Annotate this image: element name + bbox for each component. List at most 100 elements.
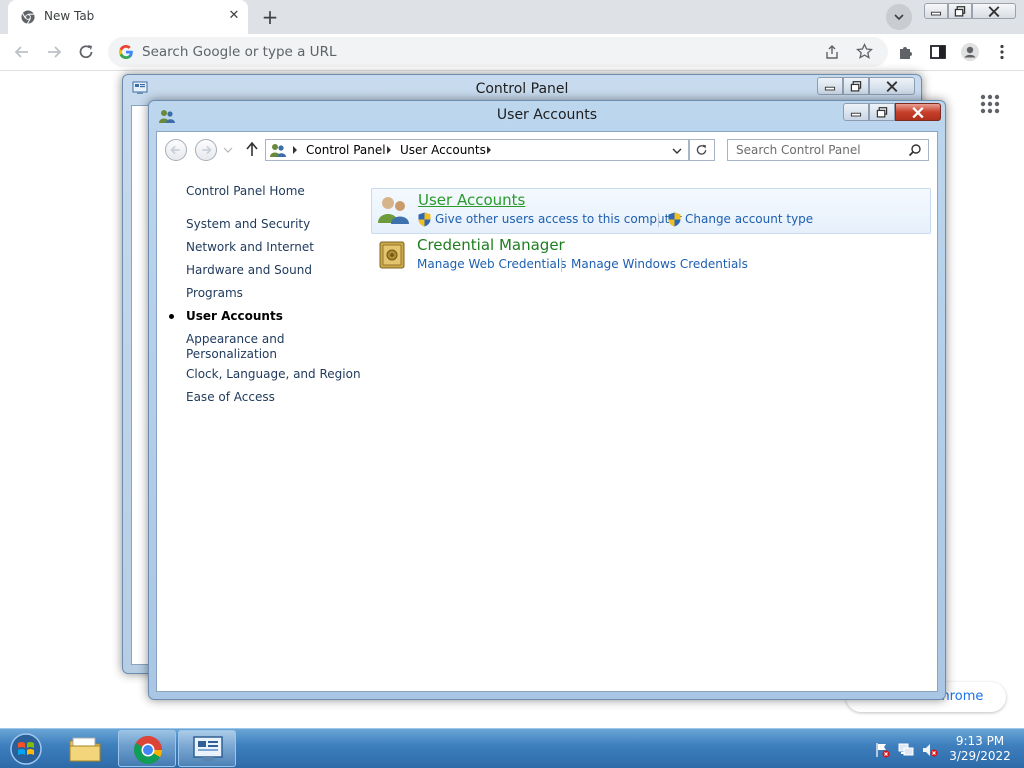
chevron-down-icon[interactable] <box>670 144 684 158</box>
share-icon[interactable] <box>824 44 840 60</box>
nav-user-accounts[interactable]: User Accounts <box>186 309 283 324</box>
ua-minimize-button[interactable] <box>843 103 869 121</box>
control-panel-icon <box>193 736 223 761</box>
refresh-button[interactable] <box>689 139 715 161</box>
ua-restore-button[interactable] <box>869 103 895 121</box>
taskbar-control-panel[interactable] <box>178 730 236 767</box>
uac-shield-icon <box>418 212 431 227</box>
nav-programs[interactable]: Programs <box>186 286 243 301</box>
extensions-icon[interactable] <box>896 42 916 62</box>
restore-icon <box>850 81 862 92</box>
omnibox[interactable]: Search Google or type a URL <box>108 37 888 67</box>
user-accounts-window[interactable]: User Accounts Control Panel User Account… <box>148 100 946 700</box>
minimize-icon <box>930 11 942 16</box>
chrome-icon <box>134 736 162 764</box>
chrome-tab-strip: New Tab ✕ + <box>0 0 1024 34</box>
manage-windows-credentials-link[interactable]: Manage Windows Credentials <box>571 257 748 271</box>
omnibox-placeholder: Search Google or type a URL <box>142 44 337 60</box>
star-icon[interactable] <box>856 43 873 60</box>
apps-grid-icon[interactable] <box>980 94 1000 114</box>
address-bar[interactable]: Control Panel User Accounts <box>265 139 689 161</box>
chrome-close-button[interactable] <box>972 3 1016 19</box>
uac-shield-icon <box>668 212 681 227</box>
nav-hardware-and-sound[interactable]: Hardware and Sound <box>186 263 312 278</box>
nav-control-panel-home[interactable]: Control Panel Home <box>186 184 305 199</box>
cp-restore-button[interactable] <box>843 77 869 95</box>
category-credential-manager-title[interactable]: Credential Manager <box>417 236 565 254</box>
cp-close-button[interactable] <box>869 77 915 95</box>
nav-system-and-security[interactable]: System and Security <box>186 217 310 232</box>
user-accounts-client-area: Control Panel User Accounts Control Pane… <box>156 131 938 692</box>
back-arrow-icon <box>170 145 180 155</box>
tab-new-tab[interactable]: New Tab ✕ <box>8 0 248 34</box>
category-credential-manager: Credential Manager Manage Web Credential… <box>371 234 931 280</box>
nav-network-and-internet[interactable]: Network and Internet <box>186 240 314 255</box>
breadcrumb-user-accounts[interactable]: User Accounts <box>400 143 486 157</box>
give-other-users-access-link[interactable]: Give other users access to this computer <box>435 212 682 226</box>
back-icon[interactable] <box>12 42 32 62</box>
recent-pages-chevron-icon[interactable] <box>223 146 233 154</box>
forward-arrow-icon <box>202 145 212 155</box>
nav-appearance-and-personalization[interactable]: Appearance and Personalization <box>186 332 306 362</box>
user-accounts-title: User Accounts <box>496 107 598 123</box>
close-icon <box>988 6 1000 18</box>
search-box[interactable] <box>727 139 929 161</box>
manage-web-credentials-link[interactable]: Manage Web Credentials <box>417 257 566 271</box>
taskbar-chrome[interactable] <box>118 730 176 767</box>
up-arrow-icon[interactable] <box>245 141 259 157</box>
change-account-type-link[interactable]: Change account type <box>685 212 813 226</box>
breadcrumb-chevron-icon[interactable] <box>292 146 298 154</box>
menu-icon[interactable] <box>992 42 1012 62</box>
minimize-icon <box>850 112 862 117</box>
tab-search-icon[interactable] <box>886 4 912 30</box>
windows-start-icon[interactable] <box>6 732 46 766</box>
breadcrumb-chevron-icon[interactable] <box>386 146 392 154</box>
back-button[interactable] <box>165 139 187 161</box>
nav-clock-language-region[interactable]: Clock, Language, and Region <box>186 367 361 382</box>
navigation-bar: Control Panel User Accounts <box>157 132 937 170</box>
clock-time: 9:13 PM <box>955 734 1005 748</box>
close-icon <box>886 81 898 93</box>
restore-icon <box>954 6 966 17</box>
chrome-minimize-button[interactable] <box>924 3 948 19</box>
google-g-icon <box>119 45 133 59</box>
credential-manager-vault-icon <box>379 241 405 269</box>
link-separator <box>658 213 659 227</box>
profile-icon[interactable] <box>960 42 980 62</box>
category-user-accounts: User Accounts Give other users access to… <box>371 188 931 234</box>
minimize-icon <box>824 86 836 91</box>
link-separator <box>561 258 562 272</box>
reload-icon[interactable] <box>76 42 96 62</box>
chrome-toolbar: Search Google or type a URL <box>0 34 1024 71</box>
category-user-accounts-title[interactable]: User Accounts <box>418 191 525 209</box>
folder-icon <box>69 737 101 762</box>
search-icon[interactable] <box>908 143 922 157</box>
nav-ease-of-access[interactable]: Ease of Access <box>186 390 275 405</box>
taskbar-file-explorer[interactable] <box>56 730 114 767</box>
volume-muted-icon[interactable] <box>922 742 938 758</box>
close-icon <box>912 107 924 119</box>
chrome-favicon-icon <box>21 10 35 24</box>
tab-close-icon[interactable]: ✕ <box>226 8 242 24</box>
breadcrumb-chevron-icon[interactable] <box>486 146 492 154</box>
search-input[interactable] <box>728 140 904 160</box>
new-tab-button[interactable]: + <box>257 5 283 31</box>
user-accounts-icon <box>378 197 409 224</box>
refresh-icon <box>696 144 707 155</box>
side-panel-icon[interactable] <box>928 42 948 62</box>
action-center-flag-icon[interactable] <box>874 742 890 758</box>
restore-icon <box>876 107 888 118</box>
taskbar: 9:13 PM 3/29/2022 <box>0 728 1024 768</box>
chrome-restore-button[interactable] <box>948 3 972 19</box>
cp-minimize-button[interactable] <box>817 77 843 95</box>
breadcrumb-control-panel[interactable]: Control Panel <box>306 143 386 157</box>
user-accounts-icon <box>270 144 286 157</box>
current-item-bullet <box>169 314 174 319</box>
taskbar-clock[interactable]: 9:13 PM 3/29/2022 <box>940 734 1020 764</box>
forward-button[interactable] <box>195 139 217 161</box>
tab-title: New Tab <box>44 9 95 23</box>
ua-close-button[interactable] <box>895 103 941 121</box>
user-accounts-titlebar[interactable]: User Accounts <box>149 101 945 131</box>
forward-icon[interactable] <box>44 42 64 62</box>
network-icon[interactable] <box>898 742 914 758</box>
